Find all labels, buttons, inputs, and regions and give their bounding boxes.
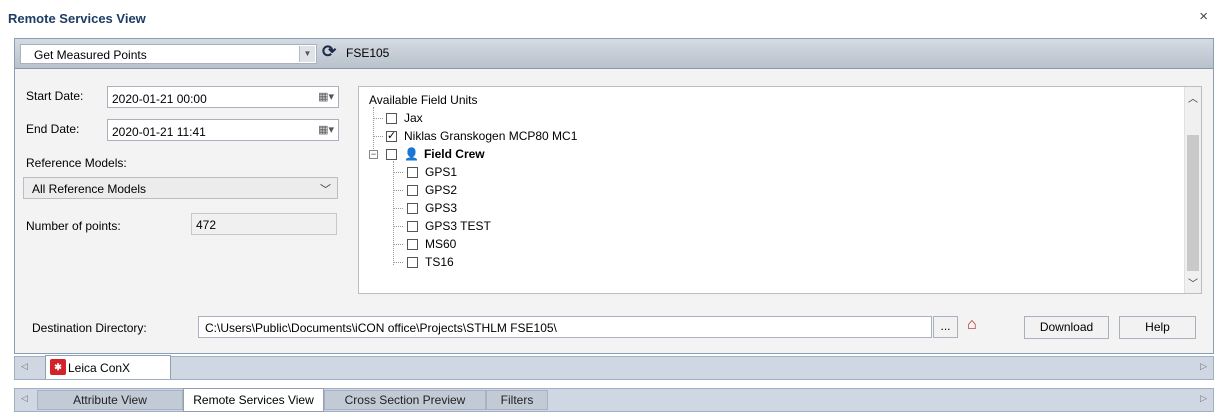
tree-item-ts16[interactable]: TS16 — [407, 254, 454, 270]
home-icon[interactable]: ⌂ — [967, 316, 977, 334]
start-date-field[interactable]: 2020-01-21 00:00 ▦▾ — [107, 86, 339, 108]
tree-item-label: GPS2 — [425, 183, 458, 197]
reference-models-select[interactable]: All Reference Models ﹀ — [23, 177, 338, 199]
tree-line — [393, 208, 403, 209]
tree-item-label: GPS3 TEST — [425, 219, 491, 233]
checkbox[interactable] — [407, 220, 418, 232]
tree-item-ms60[interactable]: MS60 — [407, 236, 456, 252]
title-bar: Remote Services View × — [0, 0, 1218, 38]
collapse-icon[interactable]: − — [369, 150, 378, 159]
tab-remote-services-view[interactable]: Remote Services View — [183, 388, 324, 412]
tree-item-label: TS16 — [425, 255, 454, 269]
tree-line — [393, 244, 403, 245]
destination-directory-field[interactable]: C:\Users\Public\Documents\iCON office\Pr… — [198, 316, 932, 338]
window-title: Remote Services View — [8, 11, 146, 26]
tree-line — [393, 190, 403, 191]
tree-line — [393, 172, 403, 173]
checkbox[interactable] — [386, 148, 397, 160]
reference-models-label: Reference Models: — [26, 156, 127, 170]
scrollbar-thumb[interactable] — [1187, 135, 1199, 271]
tree-line — [393, 161, 394, 265]
download-button[interactable]: Download — [1024, 316, 1109, 339]
tree-header: Available Field Units — [369, 93, 478, 107]
operation-toolbar: Get Measured Points ▼ ⟳ FSE105 — [15, 39, 1213, 69]
start-date-value: 2020-01-21 00:00 — [112, 92, 207, 106]
project-label: FSE105 — [346, 46, 390, 60]
tree-item-label: GPS1 — [425, 165, 458, 179]
person-icon: 👤 — [404, 147, 419, 161]
tree-item-gps3[interactable]: GPS3 — [407, 200, 457, 216]
field-units-tree: Available Field Units Jax Niklas Gransko… — [358, 86, 1202, 294]
calendar-icon[interactable]: ▦▾ — [318, 90, 334, 103]
tree-line — [373, 118, 383, 119]
checkbox[interactable] — [386, 129, 397, 142]
number-of-points-label: Number of points: — [26, 219, 121, 233]
tree-line — [393, 226, 403, 227]
tree-group-field-crew[interactable]: 👤 Field Crew — [386, 146, 485, 162]
destination-directory-label: Destination Directory: — [32, 321, 147, 335]
destination-directory-value: C:\Users\Public\Documents\iCON office\Pr… — [205, 321, 557, 335]
chevron-down-icon[interactable]: ▼ — [299, 46, 315, 62]
scroll-down-icon[interactable]: ﹀ — [1188, 275, 1198, 290]
tree-item-label: MS60 — [425, 237, 457, 251]
tree-group-label: Field Crew — [423, 147, 485, 161]
remote-services-panel: Get Measured Points ▼ ⟳ FSE105 Start Dat… — [14, 38, 1214, 354]
checkbox[interactable] — [407, 256, 418, 268]
tree-item-label: Jax — [404, 111, 423, 125]
tab-attribute-view[interactable]: Attribute View — [37, 390, 183, 410]
tree-line — [373, 136, 383, 137]
end-date-value: 2020-01-21 11:41 — [112, 125, 206, 139]
tab-cross-section-preview[interactable]: Cross Section Preview — [324, 390, 486, 410]
checkbox[interactable] — [386, 112, 397, 124]
refresh-icon[interactable]: ⟳ — [322, 42, 336, 62]
scroll-up-icon[interactable]: ︿ — [1188, 90, 1198, 105]
tree-item-gps3-test[interactable]: GPS3 TEST — [407, 218, 491, 234]
end-date-field[interactable]: 2020-01-21 11:41 ▦▾ — [107, 119, 339, 141]
checkbox[interactable] — [407, 238, 418, 250]
reference-models-value: All Reference Models — [32, 182, 147, 196]
checkbox[interactable] — [407, 166, 418, 178]
scroll-right-icon[interactable]: ▷ — [1200, 393, 1207, 404]
operation-select[interactable]: Get Measured Points ▼ — [20, 44, 317, 64]
tree-line — [373, 107, 374, 155]
calendar-icon[interactable]: ▦▾ — [318, 123, 334, 136]
scroll-left-icon[interactable]: ◁ — [21, 393, 28, 404]
checkbox[interactable] — [407, 202, 418, 214]
tree-item-niklas[interactable]: Niklas Granskogen MCP80 MC1 — [386, 128, 577, 144]
tree-item-gps2[interactable]: GPS2 — [407, 182, 457, 198]
scroll-right-icon[interactable]: ▷ — [1200, 361, 1207, 372]
number-of-points-value: 472 — [196, 218, 217, 232]
tab-leica-conx[interactable]: ✱ Leica ConX — [45, 355, 171, 379]
leica-logo: ✱ — [50, 359, 66, 375]
close-icon[interactable]: × — [1199, 8, 1208, 25]
tree-scrollbar[interactable]: ︿ ﹀ — [1184, 87, 1201, 293]
checkbox[interactable] — [407, 184, 418, 196]
start-date-label: Start Date: — [26, 89, 84, 103]
number-of-points-field: 472 — [191, 213, 337, 235]
tab-filters[interactable]: Filters — [486, 390, 548, 410]
scroll-left-icon[interactable]: ◁ — [21, 361, 28, 372]
tree-line — [393, 262, 403, 263]
operation-select-value: Get Measured Points — [34, 48, 147, 62]
chevron-down-icon: ﹀ — [320, 184, 331, 196]
help-button[interactable]: Help — [1119, 316, 1196, 339]
tree-item-label: Niklas Granskogen MCP80 MC1 — [404, 129, 578, 143]
view-tab-strip: ◁ Attribute View Remote Services View Cr… — [14, 388, 1214, 412]
tree-item-jax[interactable]: Jax — [386, 110, 423, 126]
tree-item-gps1[interactable]: GPS1 — [407, 164, 457, 180]
browse-button[interactable]: ... — [933, 316, 958, 338]
tree-item-label: GPS3 — [425, 201, 458, 215]
tab-label: Leica ConX — [68, 360, 131, 375]
document-tab-strip: ◁ ✱ Leica ConX ▷ — [14, 355, 1214, 380]
end-date-label: End Date: — [26, 122, 80, 136]
